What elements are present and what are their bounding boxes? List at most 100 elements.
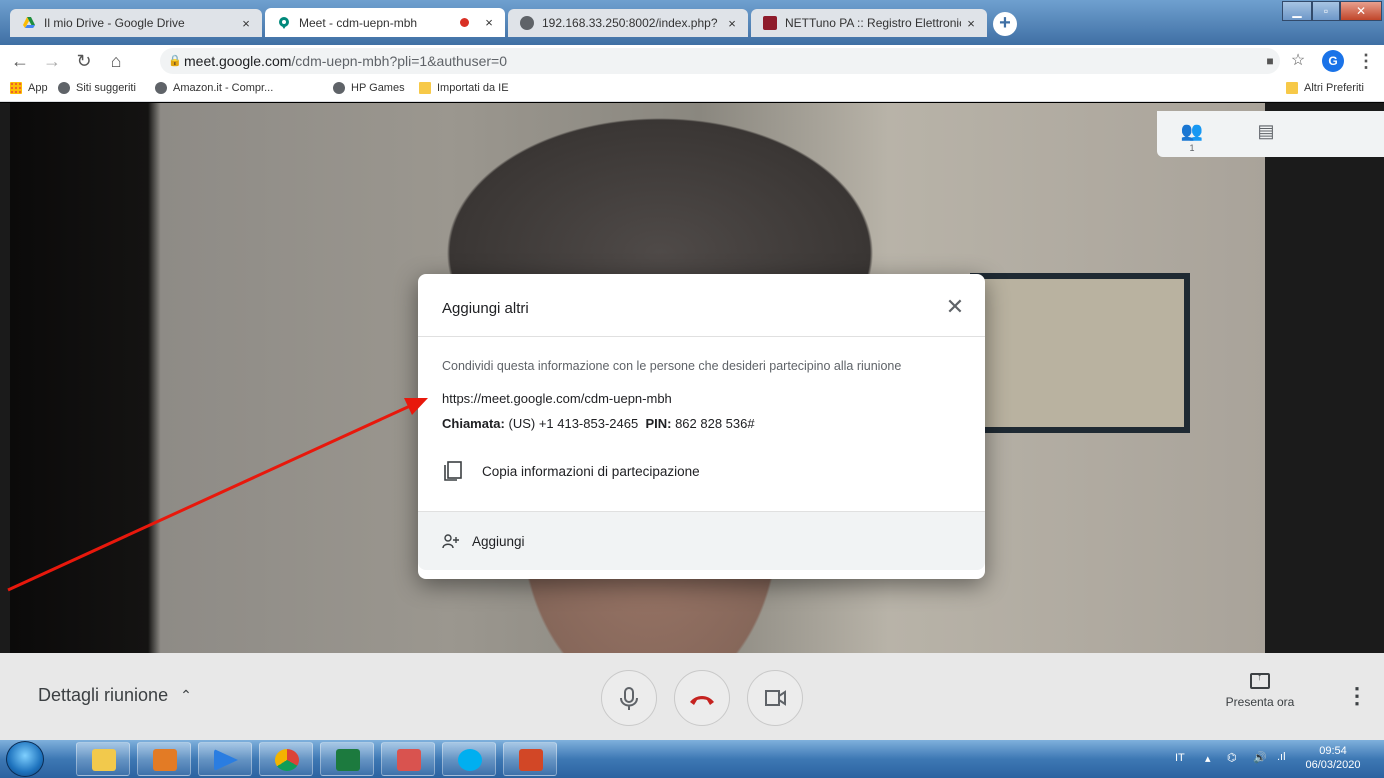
reload-icon[interactable]: ↻ bbox=[72, 49, 96, 73]
taskbar-media-player[interactable] bbox=[198, 742, 252, 776]
lock-icon: 🔒 bbox=[168, 55, 182, 67]
add-label: Aggiungi bbox=[472, 533, 525, 549]
tab-google-meet[interactable]: Meet - cdm-uepn-mbh × bbox=[265, 8, 505, 37]
recording-dot-icon bbox=[460, 18, 469, 27]
folder-icon bbox=[1286, 82, 1298, 94]
pin-label: PIN: bbox=[645, 416, 672, 431]
maximize-window-button[interactable]: ▫ bbox=[1312, 1, 1340, 21]
dial-in-info: Chiamata: (US) +1 413-853-2465 PIN: 862 … bbox=[442, 416, 755, 431]
participants-button[interactable]: 👥1 bbox=[1179, 121, 1205, 153]
bookmark-label: Importati da IE bbox=[437, 82, 509, 94]
bookmark-amazon[interactable]: Amazon.it - Compr... bbox=[155, 82, 273, 94]
call-number[interactable]: (US) +1 413-853-2465 bbox=[508, 416, 638, 431]
close-tab-icon[interactable]: × bbox=[479, 15, 499, 30]
taskbar-explorer[interactable] bbox=[76, 742, 130, 776]
globe-icon bbox=[333, 82, 345, 94]
call-label: Chiamata: bbox=[442, 416, 505, 431]
start-button[interactable] bbox=[6, 741, 44, 777]
skype-icon bbox=[458, 749, 482, 771]
tab-label: NETTuno PA :: Registro Elettronic bbox=[785, 16, 961, 30]
close-icon[interactable]: ✕ bbox=[942, 294, 968, 320]
browser-toolbar: ← → ↻ ⌂ 🔒 meet.google.com/cdm-uepn-mbh?p… bbox=[0, 45, 1384, 77]
windows-taskbar: IT ▴ ⌬ 🔊 .ıl 09:54 06/03/2020 bbox=[0, 740, 1384, 778]
hang-up-button[interactable] bbox=[674, 670, 730, 726]
meeting-link[interactable]: https://meet.google.com/cdm-uepn-mbh bbox=[442, 391, 672, 406]
close-tab-icon[interactable]: × bbox=[236, 16, 256, 31]
copy-icon bbox=[444, 461, 462, 481]
date: 06/03/2020 bbox=[1305, 759, 1361, 771]
camera-indicator-icon[interactable]: ■ bbox=[1258, 49, 1282, 73]
taskbar-powerpoint[interactable] bbox=[503, 742, 557, 776]
copy-join-info-button[interactable]: Copia informazioni di partecipazione bbox=[442, 458, 700, 484]
pin-value: 862 828 536# bbox=[675, 416, 755, 431]
forward-arrow-icon[interactable]: → bbox=[40, 49, 64, 73]
bookmark-star-icon[interactable]: ☆ bbox=[1286, 49, 1310, 73]
meeting-details-button[interactable]: Dettagli riunione ⌃ bbox=[38, 685, 192, 706]
close-tab-icon[interactable]: × bbox=[722, 16, 742, 31]
chat-icon: ▤ bbox=[1257, 121, 1275, 141]
bookmark-folder-ie[interactable]: Importati da IE bbox=[419, 82, 509, 94]
media-center-icon bbox=[153, 749, 177, 771]
folder-icon bbox=[419, 82, 431, 94]
browser-menu-icon[interactable]: ⋮ bbox=[1354, 49, 1378, 73]
bookmarks-bar: App Siti suggeriti Amazon.it - Compr... … bbox=[0, 77, 1384, 102]
back-arrow-icon[interactable]: ← bbox=[8, 49, 32, 73]
meeting-stage: 👥1 ▤ Tu Aggiungi altri ✕ Condividi quest… bbox=[0, 103, 1384, 653]
present-now-button[interactable]: ↑ Presenta ora bbox=[1205, 672, 1315, 709]
network-icon[interactable]: ⌬ bbox=[1227, 751, 1237, 764]
divider bbox=[418, 336, 985, 337]
bookmark-hp-games[interactable]: HP Games bbox=[333, 82, 405, 94]
close-window-button[interactable]: ✕ bbox=[1340, 1, 1382, 21]
taskbar-media-center[interactable] bbox=[137, 742, 191, 776]
taskbar-skype[interactable] bbox=[442, 742, 496, 776]
clock[interactable]: 09:54 06/03/2020 bbox=[1298, 744, 1368, 772]
app-icon bbox=[397, 749, 421, 771]
browser-tab-strip: Il mio Drive - Google Drive × Meet - cdm… bbox=[0, 0, 1384, 45]
camera-button[interactable] bbox=[747, 670, 803, 726]
copy-label: Copia informazioni di partecipazione bbox=[482, 463, 700, 479]
address-bar[interactable]: 🔒 meet.google.com/cdm-uepn-mbh?pli=1&aut… bbox=[160, 48, 1280, 74]
globe-icon bbox=[58, 82, 70, 94]
tab-local-server[interactable]: 192.168.33.250:8002/index.php? × bbox=[508, 9, 748, 37]
volume-icon[interactable]: 🔊 bbox=[1253, 751, 1267, 764]
bookmark-other-favorites[interactable]: Altri Preferiti bbox=[1286, 82, 1364, 94]
tab-nettuno[interactable]: NETTuno PA :: Registro Elettronic × bbox=[751, 9, 987, 37]
bookmark-apps[interactable]: App bbox=[10, 82, 48, 94]
time: 09:54 bbox=[1319, 745, 1347, 757]
chat-button[interactable]: ▤ bbox=[1253, 121, 1279, 145]
nettuno-icon bbox=[763, 16, 777, 30]
add-person-icon bbox=[442, 534, 459, 549]
bookmark-suggested-sites[interactable]: Siti suggeriti bbox=[58, 82, 136, 94]
chevron-up-icon: ⌃ bbox=[180, 687, 192, 703]
minimize-window-button[interactable]: ▁ bbox=[1282, 1, 1312, 21]
system-tray: IT ▴ ⌬ 🔊 .ıl 09:54 06/03/2020 bbox=[1165, 740, 1384, 778]
taskbar-app-5[interactable] bbox=[381, 742, 435, 776]
microphone-button[interactable] bbox=[601, 670, 657, 726]
signal-icon[interactable]: .ıl bbox=[1277, 751, 1286, 763]
profile-avatar[interactable]: G bbox=[1322, 50, 1344, 72]
language-indicator[interactable]: IT bbox=[1175, 752, 1185, 764]
taskbar-hp[interactable] bbox=[320, 742, 374, 776]
add-people-button[interactable]: Aggiungi bbox=[418, 512, 985, 570]
new-tab-button[interactable]: + bbox=[993, 12, 1017, 36]
powerpoint-icon bbox=[519, 749, 543, 771]
tab-label: Meet - cdm-uepn-mbh bbox=[299, 15, 418, 30]
more-options-icon[interactable]: ⋮ bbox=[1346, 683, 1368, 709]
dialog-description: Condividi questa informazione con le per… bbox=[442, 359, 902, 373]
play-icon bbox=[214, 749, 238, 771]
meeting-details-label: Dettagli riunione bbox=[38, 685, 169, 705]
bookmark-label: Altri Preferiti bbox=[1304, 82, 1364, 94]
show-hidden-icons-icon[interactable]: ▴ bbox=[1205, 752, 1211, 765]
people-icon: 👥 bbox=[1180, 121, 1204, 141]
dialog-title: Aggiungi altri bbox=[442, 300, 529, 317]
present-label: Presenta ora bbox=[1225, 695, 1295, 709]
tab-label: Il mio Drive - Google Drive bbox=[44, 16, 185, 30]
tab-google-drive[interactable]: Il mio Drive - Google Drive × bbox=[10, 9, 262, 37]
participants-count: 1 bbox=[1189, 143, 1195, 153]
hp-icon bbox=[336, 749, 360, 771]
close-tab-icon[interactable]: × bbox=[961, 16, 981, 31]
google-meet-icon bbox=[279, 16, 289, 29]
meeting-top-right-panel: 👥1 ▤ Tu bbox=[1157, 111, 1384, 157]
taskbar-chrome[interactable] bbox=[259, 742, 313, 776]
home-icon[interactable]: ⌂ bbox=[104, 49, 128, 73]
